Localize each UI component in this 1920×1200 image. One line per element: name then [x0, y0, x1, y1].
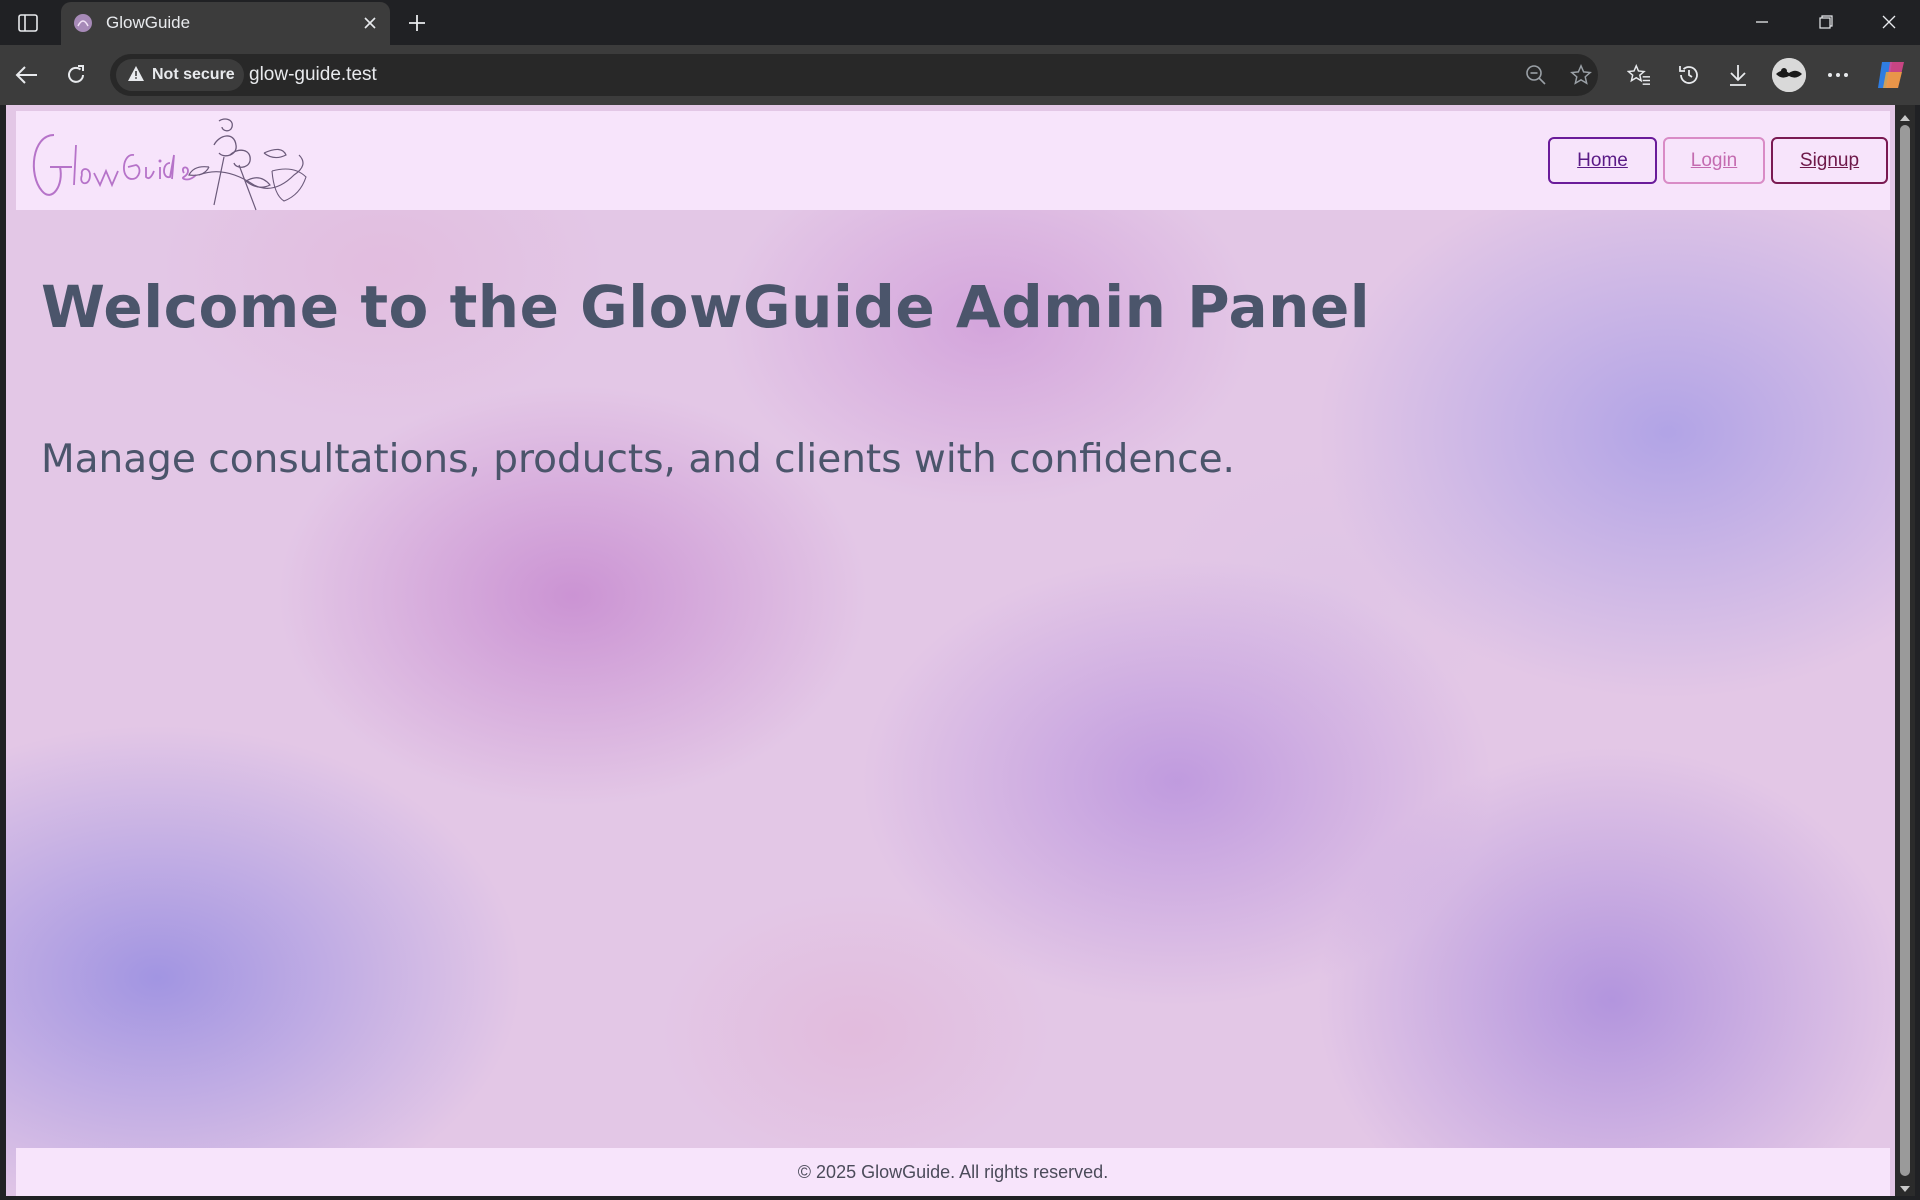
site-header: Home Login Signup	[16, 111, 1890, 211]
nav-home-button[interactable]: Home	[1548, 137, 1657, 184]
browser-toolbar: Not secure glow-guide.test	[0, 45, 1920, 105]
logo[interactable]	[24, 115, 314, 211]
history-icon[interactable]	[1671, 57, 1707, 93]
site-footer: © 2025 GlowGuide. All rights reserved.	[16, 1148, 1890, 1196]
url-text[interactable]: glow-guide.test	[249, 64, 377, 86]
address-bar[interactable]: Not secure glow-guide.test	[110, 54, 1598, 96]
reload-icon[interactable]	[58, 57, 94, 93]
copilot-icon[interactable]	[1874, 58, 1908, 92]
profile-avatar[interactable]	[1772, 58, 1806, 92]
footer-copyright: © 2025 GlowGuide. All rights reserved.	[797, 1161, 1109, 1182]
nav-signup-button[interactable]: Signup	[1771, 137, 1888, 184]
page-viewport: Home Login Signup Welcome to the GlowGui…	[6, 105, 1895, 1196]
plus-icon[interactable]	[402, 8, 432, 38]
security-label: Not secure	[152, 66, 235, 83]
restore-icon[interactable]	[1806, 6, 1846, 38]
scroll-thumb[interactable]	[1900, 125, 1910, 1176]
favicon-icon	[71, 11, 95, 35]
sidebar-icon[interactable]	[14, 11, 42, 35]
security-indicator[interactable]: Not secure	[116, 59, 244, 91]
favorites-icon[interactable]	[1621, 57, 1657, 93]
star-icon[interactable]	[1567, 61, 1595, 89]
main-nav: Home Login Signup	[1548, 137, 1888, 184]
scroll-up-icon[interactable]	[1899, 109, 1911, 121]
page-scrollbar[interactable]	[1895, 105, 1915, 1196]
scroll-down-icon[interactable]	[1899, 1180, 1911, 1192]
close-icon[interactable]	[358, 11, 382, 35]
back-icon[interactable]	[9, 57, 45, 93]
warning-icon	[128, 65, 144, 85]
more-icon[interactable]	[1820, 57, 1856, 93]
tab-title: GlowGuide	[106, 13, 191, 32]
minimize-icon[interactable]	[1742, 6, 1782, 38]
tab-strip: GlowGuide	[0, 0, 1920, 45]
page-title: Welcome to the GlowGuide Admin Panel	[41, 273, 1371, 341]
nav-login-button[interactable]: Login	[1663, 137, 1765, 184]
zoom-out-icon[interactable]	[1522, 61, 1550, 89]
page-subtitle: Manage consultations, products, and clie…	[41, 437, 1235, 482]
download-icon[interactable]	[1720, 57, 1756, 93]
browser-tab[interactable]: GlowGuide	[61, 2, 390, 45]
window-close-icon[interactable]	[1869, 6, 1909, 38]
